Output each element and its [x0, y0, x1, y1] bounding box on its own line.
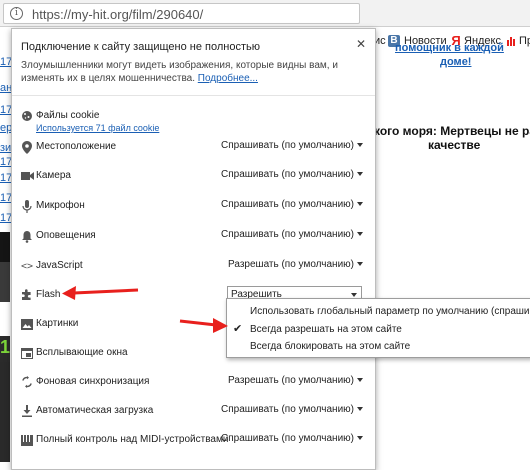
flash-option-always-allow[interactable]: ✔ Всегда разрешать на этом сайте — [227, 320, 530, 338]
permission-label: Микрофон — [36, 200, 85, 211]
permission-value: Спрашивать (по умолчанию) — [221, 404, 354, 415]
checkmark-icon: ✔ — [233, 323, 243, 335]
cookies-label: Файлы cookie — [36, 110, 100, 121]
image-icon — [20, 317, 34, 331]
permission-select[interactable]: Спрашивать (по умолчанию) — [221, 433, 363, 444]
cookie-icon — [20, 109, 34, 123]
permission-camera: Камера Спрашивать (по умолчанию) — [12, 165, 375, 187]
location-pin-icon — [20, 140, 34, 154]
permission-value: Спрашивать (по умолчанию) — [221, 229, 354, 240]
permission-label: JavaScript — [36, 260, 83, 271]
page-dark-block — [0, 232, 10, 262]
site-info-popup: Подключение к сайту защищено не полность… — [11, 28, 376, 470]
permission-value: Спрашивать (по умолчанию) — [221, 433, 354, 444]
chevron-down-icon — [357, 172, 363, 177]
description-text: Злоумышленники могут видеть изображения,… — [21, 60, 338, 84]
connection-description: Злоумышленники могут видеть изображения,… — [21, 59, 366, 85]
page-dark-block — [0, 362, 10, 462]
permission-value: Разрешать (по умолчанию) — [228, 259, 354, 270]
bell-icon — [20, 229, 34, 243]
permission-label: Фоновая синхронизация — [36, 376, 150, 387]
popup-window-icon — [20, 346, 34, 360]
page-left-strip: 17 ан 17 ер зи 17 17 17 17 1 — [0, 26, 12, 462]
permission-value: Спрашивать (по умолчанию) — [221, 199, 354, 210]
sync-icon — [20, 375, 34, 389]
bookmark-other[interactable]: Пр — [519, 35, 530, 47]
puzzle-icon — [20, 288, 34, 302]
option-label: Всегда блокировать на этом сайте — [250, 341, 411, 352]
left-partial[interactable]: зи — [0, 142, 11, 154]
download-icon — [20, 404, 34, 418]
permission-value: Разрешать (по умолчанию) — [228, 375, 354, 386]
chevron-down-icon — [357, 262, 363, 267]
permission-label: Местоположение — [36, 141, 117, 152]
permission-auto-download: Автоматическая загрузка Спрашивать (по у… — [12, 400, 375, 422]
permission-select[interactable]: Спрашивать (по умолчанию) — [221, 229, 363, 240]
cookies-row: Файлы cookie Используется 71 файл cookie — [12, 105, 375, 139]
option-label: Использовать глобальный параметр по умол… — [250, 306, 530, 317]
annotation-arrow-icon — [62, 286, 139, 300]
permission-microphone: Микрофон Спрашивать (по умолчанию) — [12, 195, 375, 217]
chevron-down-icon — [357, 232, 363, 237]
permission-label: Автоматическая загрузка — [36, 405, 154, 416]
cookies-link[interactable]: Используется 71 файл cookie — [36, 123, 159, 133]
chevron-down-icon — [357, 436, 363, 441]
chevron-down-icon — [357, 407, 363, 412]
chevron-down-icon — [357, 143, 363, 148]
address-bar[interactable]: i https://my-hit.org/film/290640/ — [3, 3, 360, 24]
flash-option-always-block[interactable]: Всегда блокировать на этом сайте — [227, 337, 530, 355]
permission-select[interactable]: Спрашивать (по умолчанию) — [221, 169, 363, 180]
divider — [12, 95, 375, 96]
browser-toolbar: i https://my-hit.org/film/290640/ — [0, 0, 530, 27]
page-dark-block — [0, 262, 10, 302]
permission-location: Местоположение Спрашивать (по умолчанию) — [12, 136, 375, 158]
code-brackets-icon: <> — [20, 260, 34, 272]
site-info-icon[interactable]: i — [10, 7, 23, 20]
microphone-icon — [20, 199, 34, 213]
address-url[interactable]: https://my-hit.org/film/290640/ — [32, 7, 203, 22]
permission-select[interactable]: Спрашивать (по умолчанию) — [221, 404, 363, 415]
chevron-down-icon — [357, 378, 363, 383]
film-title-line2: качестве — [428, 138, 481, 152]
permission-notifications: Оповещения Спрашивать (по умолчанию) — [12, 225, 375, 247]
permission-label: Картинки — [36, 318, 79, 329]
permission-label: Всплывающие окна — [36, 347, 128, 358]
chevron-down-icon — [357, 202, 363, 207]
permission-background-sync: Фоновая синхронизация Разрешать (по умол… — [12, 371, 375, 393]
page-ad-link-2[interactable]: доме! — [440, 56, 471, 68]
permission-label: Полный контроль над MIDI-устройствами — [36, 434, 229, 445]
permission-value: Спрашивать (по умолчанию) — [221, 169, 354, 180]
page-green-number: 1 — [0, 336, 10, 362]
close-icon[interactable]: ✕ — [356, 37, 366, 51]
chevron-down-icon — [351, 293, 357, 297]
permission-label: Flash — [36, 289, 61, 300]
permission-value: Спрашивать (по умолчанию) — [221, 140, 354, 151]
page-ad-link[interactable]: помощник в каждой — [395, 42, 504, 54]
annotation-arrow-icon — [179, 318, 228, 333]
permission-select[interactable]: Спрашивать (по умолчанию) — [221, 140, 363, 151]
permission-label: Камера — [36, 170, 71, 181]
flash-dropdown-list: Использовать глобальный параметр по умол… — [226, 298, 530, 358]
permission-label: Оповещения — [36, 230, 96, 241]
permission-javascript: <> JavaScript Разрешать (по умолчанию) — [12, 255, 375, 277]
permission-select[interactable]: Спрашивать (по умолчанию) — [221, 199, 363, 210]
camera-icon — [20, 169, 34, 183]
film-title-line1: кого моря: Мертвецы не расс — [374, 124, 530, 138]
flash-option-default[interactable]: Использовать глобальный параметр по умол… — [227, 302, 530, 320]
permission-select[interactable]: Разрешать (по умолчанию) — [228, 259, 363, 270]
bookmark-icon — [506, 35, 518, 47]
more-info-link[interactable]: Подробнее... — [198, 73, 258, 84]
connection-title: Подключение к сайту защищено не полность… — [21, 41, 261, 53]
option-label: Всегда разрешать на этом сайте — [250, 324, 402, 335]
permission-midi: Полный контроль над MIDI-устройствами Сп… — [12, 429, 375, 451]
permission-select[interactable]: Разрешать (по умолчанию) — [228, 375, 363, 386]
midi-keyboard-icon — [20, 433, 34, 447]
